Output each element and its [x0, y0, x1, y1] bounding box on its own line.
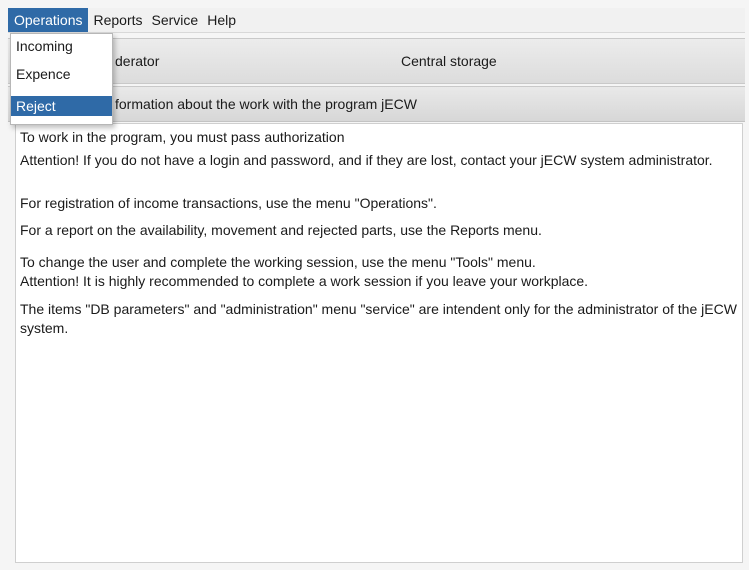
paragraph: For a report on the availability, moveme…: [20, 222, 542, 238]
paragraph: Attention! If you do not have a login an…: [20, 152, 713, 168]
menu-reports[interactable]: Reports: [89, 8, 146, 32]
status-header: derator Central storage: [8, 38, 745, 84]
menu-help[interactable]: Help: [203, 8, 240, 32]
paragraph: For registration of income transactions,…: [20, 195, 437, 211]
operations-dropdown-menu: Incoming Expence Reject: [10, 33, 113, 125]
menu-service[interactable]: Service: [148, 8, 203, 32]
menu-item-expence[interactable]: Expence: [11, 64, 112, 84]
paragraph: To work in the program, you must pass au…: [20, 129, 345, 145]
operator-label: derator: [115, 53, 160, 69]
menu-operations[interactable]: Operations: [8, 8, 89, 32]
menu-item-incoming[interactable]: Incoming: [11, 36, 112, 56]
app-window: Operations Reports Service Help derator …: [0, 0, 749, 570]
storage-label: Central storage: [401, 53, 497, 69]
menu-item-reject[interactable]: Reject: [11, 96, 112, 116]
paragraph: To change the user and complete the work…: [20, 254, 536, 270]
info-title-bar: formation about the work with the progra…: [8, 86, 745, 122]
menu-bar: Operations Reports Service Help: [8, 8, 745, 33]
paragraph: The items "DB parameters" and "administr…: [20, 301, 737, 336]
info-title: formation about the work with the progra…: [115, 96, 417, 112]
paragraph: Attention! It is highly recommended to c…: [20, 273, 589, 289]
info-text-panel: To work in the program, you must pass au…: [15, 123, 743, 563]
